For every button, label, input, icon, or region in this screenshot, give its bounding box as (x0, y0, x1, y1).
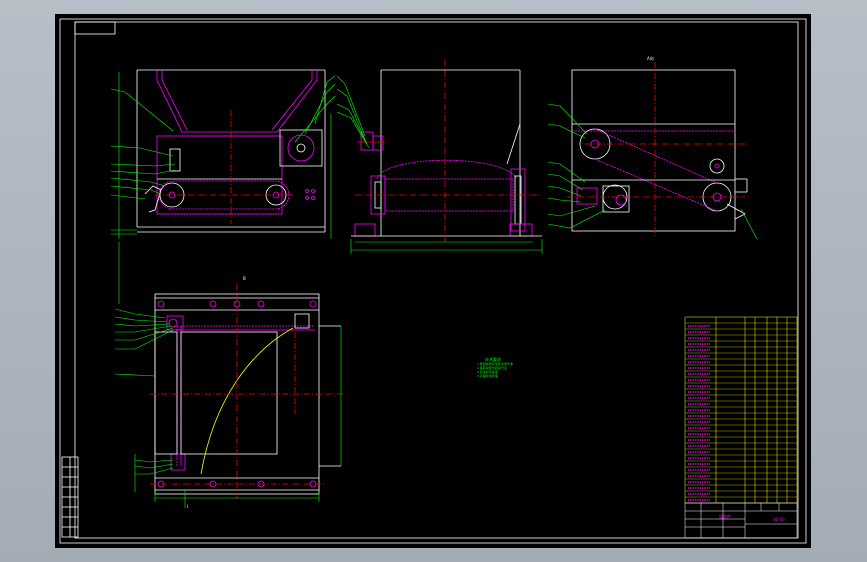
side-view-label: A向 (647, 56, 654, 61)
right-view (547, 62, 758, 240)
revision-strip (61, 456, 79, 538)
plan-view (114, 242, 345, 508)
technical-notes: 技术要求 1.装配前所有零件清洗干净 2.各转动部位转动灵活 3.链条松紧适度 … (477, 357, 529, 378)
notes-line: 4.表面喷漆处理 (477, 374, 498, 378)
corner-box (74, 21, 116, 35)
cad-viewport: A向 B I 技术要求 1.装配前所有零件清洗干净 2.各转动部位转动灵活 3.… (0, 0, 867, 562)
parts-table-rows (685, 322, 797, 501)
front-view (110, 69, 336, 239)
drawing-canvas (59, 18, 807, 544)
inner-frame (74, 21, 799, 539)
plan-view-label: B (243, 276, 246, 281)
drawing-sheet: A向 B I 技术要求 1.装配前所有零件清洗干净 2.各转动部位转动灵活 3.… (55, 14, 811, 548)
section-marker: I (187, 504, 189, 509)
drawing-number: 00-00 (773, 517, 785, 522)
side-view (330, 60, 543, 254)
title-stamp: 组合件 (719, 514, 731, 519)
